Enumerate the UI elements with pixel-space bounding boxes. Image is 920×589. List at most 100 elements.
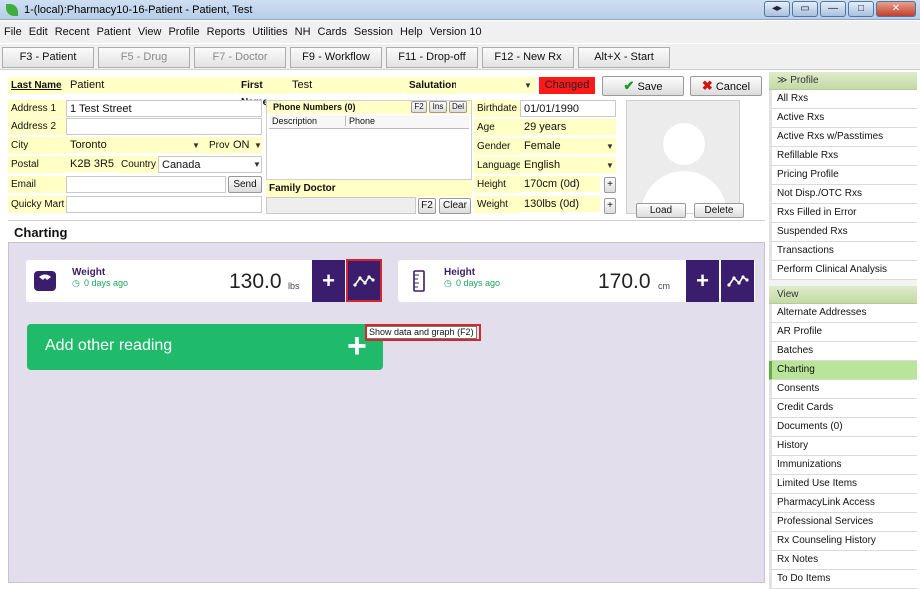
menu-session[interactable]: Session (354, 26, 393, 38)
height-add-button[interactable]: + (604, 177, 616, 193)
menu-help[interactable]: Help (400, 26, 423, 38)
f11-dropoff-button[interactable]: F11 - Drop-off (386, 47, 478, 68)
menu-view[interactable]: View (138, 26, 162, 38)
family-doctor-f2-button[interactable]: F2 (418, 198, 436, 214)
gender-select[interactable]: Female (520, 138, 616, 155)
sidebar-item-all-rxs[interactable]: All Rxs (769, 90, 917, 109)
photo-load-button[interactable]: Load (636, 203, 686, 218)
sidebar-item-rx-counseling-history[interactable]: Rx Counseling History (769, 532, 917, 551)
photo-delete-button[interactable]: Delete (694, 203, 744, 218)
postal-field[interactable]: K2B 3R5 (66, 156, 118, 173)
sidebar-item-history[interactable]: History (769, 437, 917, 456)
sidebar-item-immunizations[interactable]: Immunizations (769, 456, 917, 475)
address1-field[interactable]: 1 Test Street (66, 100, 262, 117)
country-select[interactable]: Canada (158, 156, 262, 173)
sidebar-item-rxs-filled-in-error[interactable]: Rxs Filled in Error (769, 204, 917, 223)
f7-doctor-button[interactable]: F7 - Doctor (194, 47, 286, 68)
age-label: Age (474, 119, 520, 136)
patient-panel: Last Name Patient First Name Test Saluta… (8, 72, 765, 220)
quicky-mart-field[interactable] (66, 196, 262, 213)
height-card: Height ◷ 0 days ago 170.0 cm + (398, 260, 755, 302)
email-field[interactable] (66, 176, 226, 193)
height-graph-button[interactable] (721, 260, 754, 302)
menu-version[interactable]: Version 10 (430, 26, 482, 38)
last-name-field[interactable]: Patient (66, 77, 238, 94)
sidebar-item-suspended-rxs[interactable]: Suspended Rxs (769, 223, 917, 242)
sidebar-item-limited-use-items[interactable]: Limited Use Items (769, 475, 917, 494)
height-name: Height (444, 267, 476, 278)
sidebar-item-charting[interactable]: Charting (769, 361, 917, 380)
menu-utilities[interactable]: Utilities (252, 26, 287, 38)
f12-new-rx-button[interactable]: F12 - New Rx (482, 47, 574, 68)
family-doctor-clear-button[interactable]: Clear (439, 198, 471, 214)
height-value: 170.0 (598, 270, 651, 293)
weight-value: 130lbs (0d) (520, 196, 600, 213)
sidebar-item-to-do-items[interactable]: To Do Items (769, 570, 917, 589)
sidebar-item-not-disp-otc[interactable]: Not Disp./OTC Rxs (769, 185, 917, 204)
view-section-header[interactable]: View (769, 286, 917, 304)
menu-patient[interactable]: Patient (97, 26, 131, 38)
minimize-icon[interactable]: — (820, 1, 846, 17)
f9-workflow-button[interactable]: F9 - Workflow (290, 47, 382, 68)
menu-reports[interactable]: Reports (207, 26, 246, 38)
first-name-field[interactable]: Test (288, 77, 406, 94)
charting-area: Weight ◷ 0 days ago 130.0 lbs + Height ◷… (8, 242, 765, 583)
menu-edit[interactable]: Edit (29, 26, 48, 38)
sidebar-item-clinical-analysis[interactable]: Perform Clinical Analysis (769, 261, 917, 280)
weight-add-button[interactable]: + (604, 198, 616, 214)
changed-indicator: Changed (539, 77, 595, 94)
weight-label: Weight (474, 196, 520, 213)
phone-delete-button[interactable]: Del (449, 101, 467, 113)
sidebar-item-credit-cards[interactable]: Credit Cards (769, 399, 917, 418)
close-icon[interactable]: ✕ (876, 1, 916, 17)
sidebar-item-ar-profile[interactable]: AR Profile (769, 323, 917, 342)
sidebar-item-documents[interactable]: Documents (0) (769, 418, 917, 437)
f3-patient-button[interactable]: F3 - Patient (2, 47, 94, 68)
add-other-reading-button[interactable]: Add other reading + (27, 324, 383, 370)
restore-icon[interactable]: ◂▸ (764, 1, 790, 17)
sidebar-item-rx-notes[interactable]: Rx Notes (769, 551, 917, 570)
menu-cards[interactable]: Cards (318, 26, 347, 38)
menu-file[interactable]: File (4, 26, 22, 38)
menu-profile[interactable]: Profile (168, 26, 199, 38)
sidebar-item-refillable-rxs[interactable]: Refillable Rxs (769, 147, 917, 166)
language-label: Language (474, 157, 522, 174)
sidebar-item-professional-services[interactable]: Professional Services (769, 513, 917, 532)
sidebar-item-batches[interactable]: Batches (769, 342, 917, 361)
send-button[interactable]: Send (228, 176, 262, 193)
chevron-down-icon: ▼ (606, 142, 614, 151)
weight-add-reading-button[interactable]: + (312, 260, 345, 302)
height-clock-icon: ◷ (444, 278, 452, 288)
cancel-button[interactable]: ✖ Cancel (690, 76, 762, 96)
sidebar-item-active-rxs[interactable]: Active Rxs (769, 109, 917, 128)
avatar-head (663, 123, 705, 165)
sidebar-item-active-rxs-passtimes[interactable]: Active Rxs w/Passtimes (769, 128, 917, 147)
phone-insert-button[interactable]: Ins (429, 101, 447, 113)
menu-nh[interactable]: NH (295, 26, 311, 38)
chevron-down-icon: ▼ (192, 141, 200, 150)
city-select[interactable]: Toronto (66, 137, 206, 154)
country-label: Country (118, 156, 160, 173)
sidebar-item-consents[interactable]: Consents (769, 380, 917, 399)
phone-numbers-header: Phone Numbers (0) (273, 102, 356, 112)
add-plus-icon: + (347, 327, 367, 365)
height-add-reading-button[interactable]: + (686, 260, 719, 302)
sidebar-item-pricing-profile[interactable]: Pricing Profile (769, 166, 917, 185)
maximize-icon[interactable]: □ (848, 1, 874, 17)
family-doctor-field[interactable] (266, 197, 416, 214)
weight-card: Weight ◷ 0 days ago 130.0 lbs + (26, 260, 382, 302)
sidebar-item-alternate-addresses[interactable]: Alternate Addresses (769, 304, 917, 323)
alt-x-start-button[interactable]: Alt+X - Start (578, 47, 670, 68)
f5-drug-button[interactable]: F5 - Drug (98, 47, 190, 68)
sidebar-item-transactions[interactable]: Transactions (769, 242, 917, 261)
help-icon[interactable]: ▭ (792, 1, 818, 17)
menu-recent[interactable]: Recent (55, 26, 90, 38)
sidebar-item-pharmacylink-access[interactable]: PharmacyLink Access (769, 494, 917, 513)
save-label: Save (637, 81, 663, 93)
phone-f2-button[interactable]: F2 (411, 101, 427, 113)
profile-section-header[interactable]: ≫ Profile (769, 72, 917, 90)
save-button[interactable]: ✔ Save (602, 76, 684, 96)
address2-field[interactable] (66, 118, 262, 135)
language-select[interactable]: English (520, 157, 616, 174)
birthdate-field[interactable]: 01/01/1990 (520, 100, 616, 117)
